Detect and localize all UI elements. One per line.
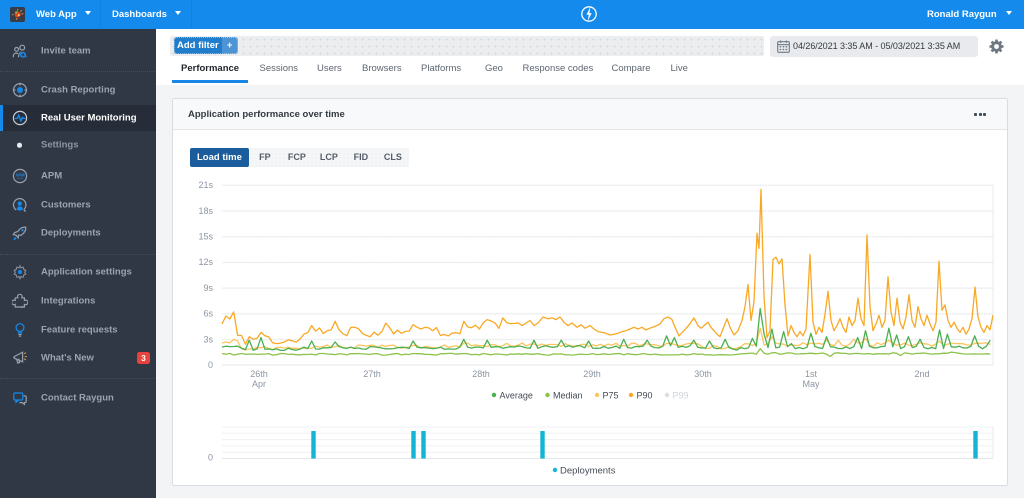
svg-text:0: 0 (208, 453, 213, 463)
svg-text:9s: 9s (203, 283, 213, 293)
svg-text:May: May (802, 379, 820, 389)
svg-text:2nd: 2nd (914, 369, 929, 379)
svg-text:P99: P99 (673, 391, 689, 401)
svg-text:21s: 21s (198, 180, 213, 190)
svg-text:0: 0 (208, 360, 213, 370)
svg-text:P90: P90 (637, 391, 653, 401)
svg-text:Apr: Apr (252, 379, 266, 389)
svg-text:6s: 6s (203, 309, 213, 319)
svg-text:28th: 28th (472, 369, 490, 379)
svg-text:18s: 18s (198, 206, 213, 216)
svg-text:27th: 27th (363, 369, 381, 379)
svg-text:30th: 30th (694, 369, 712, 379)
svg-text:12s: 12s (198, 257, 213, 267)
svg-text:1st: 1st (805, 369, 818, 379)
svg-text:Deployments: Deployments (560, 466, 616, 477)
svg-text:Median: Median (553, 391, 583, 401)
svg-text:APM: APM (15, 172, 25, 177)
svg-text:15s: 15s (198, 232, 213, 242)
svg-text:Average: Average (500, 391, 533, 401)
svg-text:P75: P75 (603, 391, 619, 401)
svg-text:26th: 26th (250, 369, 268, 379)
svg-text:3s: 3s (203, 334, 213, 344)
svg-text:29th: 29th (583, 369, 601, 379)
